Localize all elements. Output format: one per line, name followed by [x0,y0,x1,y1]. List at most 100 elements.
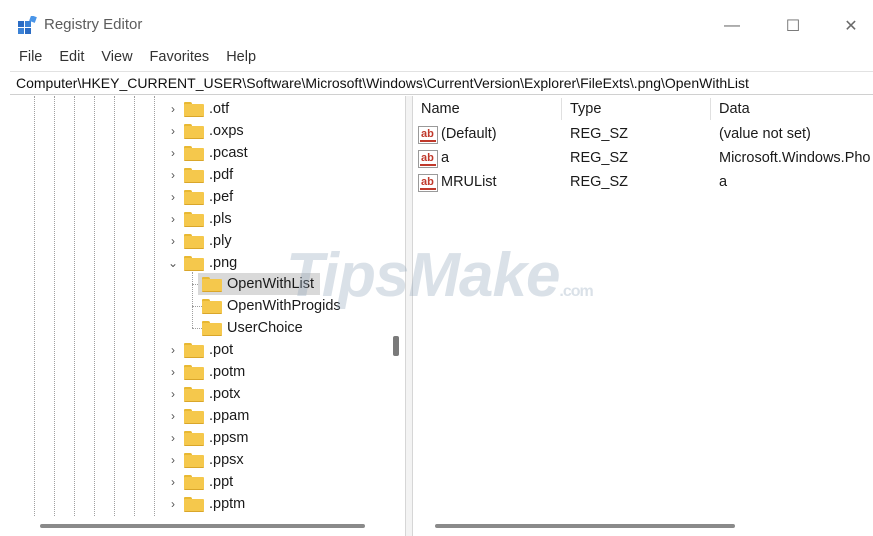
folder-icon [184,211,204,227]
folder-icon [184,496,204,512]
minimize-button[interactable]: — [709,8,755,44]
tree-item-potm[interactable]: › .potm [166,361,245,383]
tree-item-label: .potx [209,386,241,402]
tree-item-label: OpenWithProgids [227,298,341,314]
folder-icon [184,342,204,358]
string-value-icon: ab [418,126,438,144]
folder-icon [184,474,204,490]
folder-icon [202,276,222,292]
column-separator[interactable] [710,98,711,120]
tree-item-label: .pot [209,342,234,358]
chevron-right-icon[interactable]: › [166,168,180,182]
menu-favorites[interactable]: Favorites [150,49,210,65]
folder-icon [184,364,204,380]
registry-editor-app-icon [18,16,37,34]
chevron-right-icon[interactable]: › [166,497,180,511]
chevron-right-icon[interactable]: › [166,212,180,226]
tree-item-png[interactable]: ⌄ .png [166,252,237,274]
menu-bar: File Edit View Favorites Help [0,44,873,70]
list-item[interactable]: ab a REG_SZ Microsoft.Windows.Pho [413,147,873,171]
tree-item-potx[interactable]: › .potx [166,383,240,405]
close-button[interactable]: ✕ [828,8,873,44]
column-header-name[interactable]: Name [421,96,460,122]
values-list-pane: Name Type Data ab (Default) REG_SZ (valu… [413,96,873,536]
column-separator[interactable] [561,98,562,120]
folder-icon [202,320,222,336]
column-header-type[interactable]: Type [570,96,601,122]
tree-item-otf[interactable]: › .otf [166,98,229,120]
folder-icon [184,233,204,249]
column-header-data[interactable]: Data [719,96,750,122]
tree-item-label: .ply [209,233,232,249]
chevron-right-icon[interactable]: › [166,453,180,467]
tree-item-ppt[interactable]: › .ppt [166,471,233,493]
tree-item-label: UserChoice [227,320,303,336]
tree-guide-line [54,96,55,516]
tree-vertical-scrollbar[interactable] [393,336,399,356]
tree-guide-line [134,96,135,516]
tree-item-openwithprogids[interactable]: OpenWithProgids [198,295,341,317]
value-type: REG_SZ [570,150,629,166]
tree-guide-line [34,96,35,516]
maximize-button[interactable]: ☐ [770,8,816,44]
folder-icon [184,430,204,446]
tree-item-pot[interactable]: › .pot [166,339,233,361]
chevron-right-icon[interactable]: › [166,124,180,138]
tree-item-pef[interactable]: › .pef [166,186,233,208]
list-item[interactable]: ab MRUList REG_SZ a [413,171,873,195]
list-item[interactable]: ab (Default) REG_SZ (value not set) [413,123,873,147]
value-data: Microsoft.Windows.Pho [719,150,871,166]
chevron-right-icon[interactable]: › [166,146,180,160]
menu-edit[interactable]: Edit [59,49,84,65]
tree-item-oxps[interactable]: › .oxps [166,120,244,142]
menu-file[interactable]: File [19,49,42,65]
tree-guide-line [192,272,193,328]
chevron-right-icon[interactable]: › [166,409,180,423]
address-bar[interactable]: Computer\HKEY_CURRENT_USER\Software\Micr… [10,71,873,95]
window-title: Registry Editor [44,16,143,33]
tree-item-ppsm[interactable]: › .ppsm [166,427,249,449]
chevron-right-icon[interactable]: › [166,475,180,489]
chevron-right-icon[interactable]: › [166,190,180,204]
tree-item-pls[interactable]: › .pls [166,208,232,230]
tree-item-ppsx[interactable]: › .ppsx [166,449,244,471]
chevron-right-icon[interactable]: › [166,365,180,379]
tree-guide-line [114,96,115,516]
tree-item-label: .ppsm [209,430,249,446]
tree-item-ppam[interactable]: › .ppam [166,405,249,427]
menu-view[interactable]: View [101,49,132,65]
tree-item-openwithlist[interactable]: OpenWithList [198,273,321,295]
folder-icon [184,189,204,205]
tree-item-label: .pdf [209,167,234,183]
folder-icon [184,167,204,183]
chevron-right-icon[interactable]: › [166,234,180,248]
tree-horizontal-scrollbar[interactable] [40,524,365,528]
folder-icon [184,452,204,468]
tree-item-label: .potm [209,364,246,380]
value-name: a [441,150,450,166]
chevron-right-icon[interactable]: › [166,431,180,445]
folder-icon [184,408,204,424]
tree-item-label: .pcast [209,145,248,161]
list-horizontal-scrollbar[interactable] [435,524,735,528]
chevron-down-icon[interactable]: ⌄ [166,256,180,270]
tree-item-label: OpenWithList [227,276,315,292]
menu-help[interactable]: Help [226,49,256,65]
tree-item-pptm[interactable]: › .pptm [166,493,245,515]
chevron-right-icon[interactable]: › [166,343,180,357]
pane-splitter[interactable] [405,96,413,536]
string-value-icon: ab [418,150,438,168]
chevron-right-icon[interactable]: › [166,387,180,401]
tree-item-pdf[interactable]: › .pdf [166,164,233,186]
tree-item-ply[interactable]: › .ply [166,230,232,252]
folder-icon [184,255,204,271]
value-name: (Default) [441,126,497,142]
title-bar: Registry Editor — ☐ ✕ [0,0,873,44]
string-value-icon: ab [418,174,438,192]
tree-item-label: .png [209,255,238,271]
key-tree-pane: › .otf › .oxps › .pcast › .pdf › .pef › .pls ›… [10,96,405,536]
tree-item-userchoice[interactable]: UserChoice [198,317,303,339]
tree-item-pcast[interactable]: › .pcast [166,142,248,164]
chevron-right-icon[interactable]: › [166,102,180,116]
tree-guide-line [154,96,155,516]
